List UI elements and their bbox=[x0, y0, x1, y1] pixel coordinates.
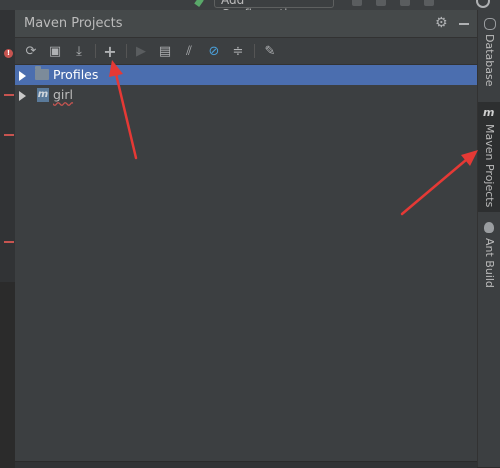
generate-sources-icon[interactable]: ▣ bbox=[46, 42, 64, 60]
maven-projects-panel: Maven Projects ⚙ ⟳ ▣ ⤓ + ▶ ▤ ⫽ ⊘ ≑ ✎ Pro… bbox=[15, 10, 477, 468]
panel-title: Maven Projects bbox=[24, 16, 123, 31]
coverage-icon[interactable] bbox=[400, 0, 410, 6]
maven-toolbar: ⟳ ▣ ⤓ + ▶ ▤ ⫽ ⊘ ≑ ✎ bbox=[15, 38, 477, 65]
error-marker[interactable] bbox=[4, 94, 14, 96]
tree-item-label: Profiles bbox=[53, 67, 99, 82]
error-marker[interactable] bbox=[4, 134, 14, 136]
toolbar-separator bbox=[254, 44, 255, 58]
editor-lower-area bbox=[0, 282, 15, 467]
right-tool-strip: Database m Maven Projects Ant Build bbox=[477, 10, 500, 467]
maven-project-tree: Profiles m girl bbox=[15, 65, 477, 461]
panel-header: Maven Projects ⚙ bbox=[15, 10, 477, 38]
add-configuration-button[interactable]: Add Configuration... bbox=[214, 0, 334, 21]
debug-icon[interactable] bbox=[376, 0, 386, 6]
error-indicator-icon[interactable]: ! bbox=[4, 49, 13, 58]
minimize-icon[interactable] bbox=[459, 23, 469, 25]
maven-module-icon: m bbox=[37, 88, 49, 102]
stop-icon[interactable] bbox=[424, 0, 434, 6]
gear-icon[interactable]: ⚙ bbox=[435, 15, 448, 31]
tab-maven-projects[interactable]: m Maven Projects bbox=[478, 102, 500, 212]
tab-database[interactable]: Database bbox=[478, 10, 500, 88]
run-icon[interactable] bbox=[352, 0, 362, 6]
tree-item-girl[interactable]: m girl bbox=[15, 85, 477, 105]
tree-item-profiles[interactable]: Profiles bbox=[15, 65, 477, 85]
skip-tests-icon[interactable]: ⊘ bbox=[205, 42, 223, 60]
tab-label: Database bbox=[483, 34, 496, 87]
expand-arrow-icon[interactable] bbox=[19, 91, 26, 101]
folder-icon bbox=[35, 66, 49, 80]
toggle-offline-icon[interactable]: ⫽ bbox=[180, 42, 198, 60]
tab-label: Ant Build bbox=[483, 238, 496, 288]
execute-goal-icon[interactable]: ▤ bbox=[156, 42, 174, 60]
editor-gutter: ! bbox=[0, 10, 15, 467]
settings-wrench-icon[interactable]: ✎ bbox=[261, 42, 279, 60]
download-icon[interactable]: ⤓ bbox=[70, 42, 88, 60]
add-icon[interactable]: + bbox=[101, 42, 119, 61]
tree-item-label: girl bbox=[53, 87, 74, 102]
expand-arrow-icon[interactable] bbox=[19, 71, 26, 81]
tab-ant-build[interactable]: Ant Build bbox=[478, 216, 500, 296]
tab-label: Maven Projects bbox=[483, 124, 496, 208]
error-marker[interactable] bbox=[4, 241, 14, 243]
ant-icon bbox=[484, 222, 494, 233]
toolbar-separator bbox=[126, 44, 127, 58]
collapse-all-icon[interactable]: ≑ bbox=[229, 42, 247, 60]
reimport-icon[interactable]: ⟳ bbox=[22, 42, 40, 60]
database-icon bbox=[484, 18, 496, 30]
maven-icon: m bbox=[483, 106, 495, 119]
toolbar-separator bbox=[95, 44, 96, 58]
run-icon[interactable]: ▶ bbox=[132, 42, 150, 60]
